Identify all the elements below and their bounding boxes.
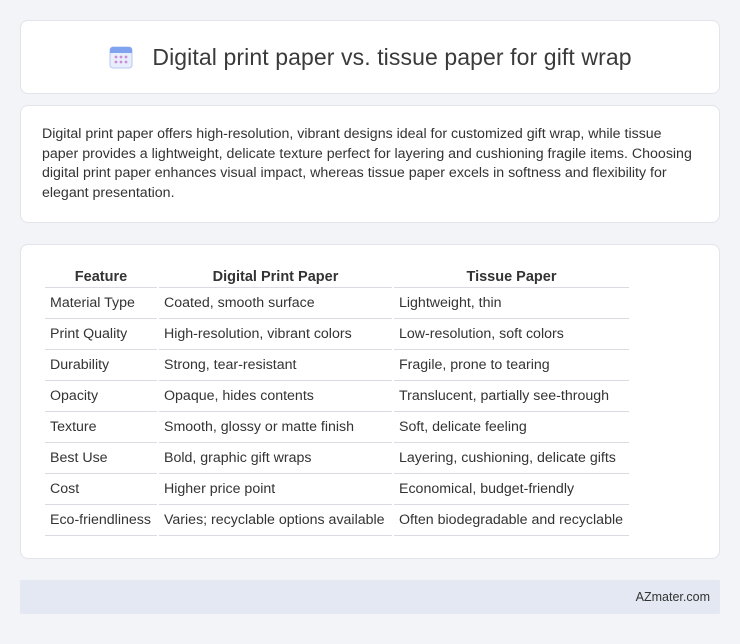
header-tissue-paper: Tissue Paper xyxy=(394,267,629,288)
table-row: Eco-friendliness Varies; recyclable opti… xyxy=(45,505,629,536)
digital-print-cell: Strong, tear-resistant xyxy=(159,350,392,381)
table-row: Texture Smooth, glossy or matte finish S… xyxy=(45,412,629,443)
table-row: Durability Strong, tear-resistant Fragil… xyxy=(45,350,629,381)
comparison-table: Feature Digital Print Paper Tissue Paper… xyxy=(43,267,631,536)
summary-card: Digital print paper offers high-resoluti… xyxy=(20,105,720,223)
digital-print-cell: Varies; recyclable options available xyxy=(159,505,392,536)
header-digital-print-paper: Digital Print Paper xyxy=(159,267,392,288)
calendar-icon xyxy=(108,44,134,70)
feature-cell: Material Type xyxy=(45,288,157,319)
title-card: Digital print paper vs. tissue paper for… xyxy=(20,20,720,94)
page-title: Digital print paper vs. tissue paper for… xyxy=(152,43,632,70)
tissue-paper-cell: Lightweight, thin xyxy=(394,288,629,319)
summary-text: Digital print paper offers high-resoluti… xyxy=(42,126,692,201)
feature-cell: Cost xyxy=(45,474,157,505)
tissue-paper-cell: Soft, delicate feeling xyxy=(394,412,629,443)
tissue-paper-cell: Economical, budget-friendly xyxy=(394,474,629,505)
comparison-card: Feature Digital Print Paper Tissue Paper… xyxy=(20,244,720,559)
tissue-paper-cell: Fragile, prone to tearing xyxy=(394,350,629,381)
feature-cell: Durability xyxy=(45,350,157,381)
footer-site-link[interactable]: AZmater.com xyxy=(636,590,710,604)
digital-print-cell: High-resolution, vibrant colors xyxy=(159,319,392,350)
tissue-paper-cell: Often biodegradable and recyclable xyxy=(394,505,629,536)
digital-print-cell: Bold, graphic gift wraps xyxy=(159,443,392,474)
tissue-paper-cell: Low-resolution, soft colors xyxy=(394,319,629,350)
table-row: Cost Higher price point Economical, budg… xyxy=(45,474,629,505)
table-row: Print Quality High-resolution, vibrant c… xyxy=(45,319,629,350)
feature-cell: Eco-friendliness xyxy=(45,505,157,536)
table-row: Material Type Coated, smooth surface Lig… xyxy=(45,288,629,319)
digital-print-cell: Opaque, hides contents xyxy=(159,381,392,412)
table-header-row: Feature Digital Print Paper Tissue Paper xyxy=(45,267,629,288)
page: Digital print paper vs. tissue paper for… xyxy=(0,0,740,644)
digital-print-cell: Coated, smooth surface xyxy=(159,288,392,319)
table-row: Best Use Bold, graphic gift wraps Layeri… xyxy=(45,443,629,474)
footer-bar: AZmater.com xyxy=(20,580,720,614)
feature-cell: Print Quality xyxy=(45,319,157,350)
header-feature: Feature xyxy=(45,267,157,288)
table-row: Opacity Opaque, hides contents Transluce… xyxy=(45,381,629,412)
digital-print-cell: Smooth, glossy or matte finish xyxy=(159,412,392,443)
tissue-paper-cell: Layering, cushioning, delicate gifts xyxy=(394,443,629,474)
feature-cell: Opacity xyxy=(45,381,157,412)
tissue-paper-cell: Translucent, partially see-through xyxy=(394,381,629,412)
digital-print-cell: Higher price point xyxy=(159,474,392,505)
feature-cell: Texture xyxy=(45,412,157,443)
feature-cell: Best Use xyxy=(45,443,157,474)
